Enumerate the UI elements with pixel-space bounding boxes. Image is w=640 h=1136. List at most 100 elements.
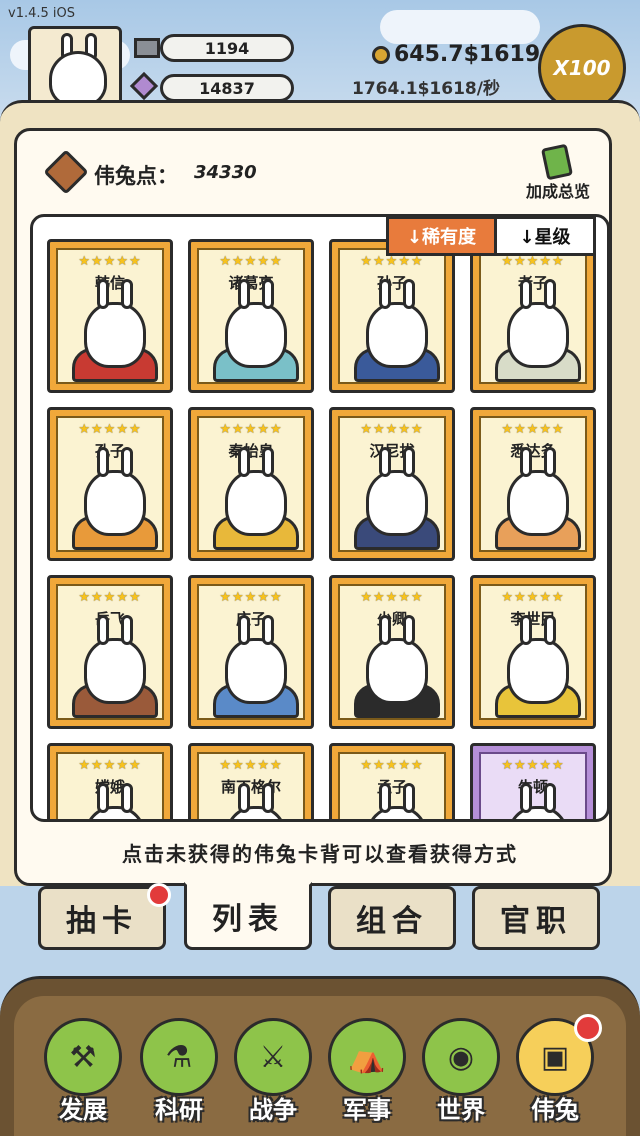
card-face: ★★★★★ 庄子	[197, 584, 305, 720]
card-name: 孔子	[94, 442, 125, 460]
card-stars: ★★★★★	[219, 254, 283, 269]
nav-globe[interactable]: ◉ 世界	[418, 1018, 504, 1128]
card-face: ★★★★★ 南丁格尔	[197, 752, 305, 819]
nav-tent[interactable]: ⛺ 军事	[324, 1018, 410, 1128]
card-stars: ★★★★★	[501, 422, 565, 437]
hero-card[interactable]: ★★★★★ 少卿	[329, 575, 455, 729]
card-stars: ★★★★★	[501, 590, 565, 605]
globe-icon: ◉	[422, 1018, 500, 1096]
card-face: ★★★★★ 老子	[479, 248, 587, 384]
notification-dot	[147, 883, 171, 907]
card-stars: ★★★★★	[219, 422, 283, 437]
bunny-ear	[97, 447, 109, 477]
bunny-ear	[238, 447, 250, 477]
hero-card[interactable]: ★★★★★ 韩信	[47, 239, 173, 393]
card-face: ★★★★★ 牛顿	[479, 752, 587, 819]
bunny-ear	[403, 783, 415, 813]
sort-rarity-button[interactable]: ↓稀有度	[389, 219, 497, 253]
nav-label: 世界	[437, 1096, 485, 1124]
hero-card[interactable]: ★★★★★ 岳飞	[47, 575, 173, 729]
hero-card[interactable]: ★★★★★ 孙子	[329, 239, 455, 393]
card-name: 岳飞	[94, 610, 125, 628]
tab-official-rank[interactable]: 官职	[472, 886, 600, 950]
sort-star-button[interactable]: ↓星级	[497, 219, 593, 253]
nav-flask[interactable]: ⚗ 科研	[136, 1018, 222, 1128]
bunny-hero-portrait	[84, 615, 146, 704]
bunny-ear	[262, 615, 274, 645]
bunny-hero-portrait	[507, 615, 569, 704]
bunny-ear	[520, 447, 532, 477]
card-stars: ★★★★★	[78, 590, 142, 605]
resource-1-value: 1194	[204, 38, 250, 58]
card-name: 孙子	[376, 274, 407, 292]
hero-card[interactable]: ★★★★★ 老子	[470, 239, 596, 393]
hero-card[interactable]: ★★★★★ 悉达多	[470, 407, 596, 561]
bunny-hero-portrait	[225, 783, 287, 819]
resource-2-counter: 14837	[160, 74, 294, 102]
bunny-ear	[379, 783, 391, 813]
hero-card[interactable]: ★★★★★ 牛顿	[470, 743, 596, 819]
bunny-ear	[520, 279, 532, 309]
card-face: ★★★★★ 悉达多	[479, 416, 587, 552]
tab-list[interactable]: 列表	[184, 882, 312, 950]
tab-label: 官职	[500, 904, 572, 939]
card-stars: ★★★★★	[360, 254, 424, 269]
card-stars: ★★★★★	[360, 758, 424, 773]
card-face: ★★★★★ 诸葛亮	[197, 248, 305, 384]
bunny-ear	[403, 615, 415, 645]
bunny-ear	[379, 615, 391, 645]
card-name: 诸葛亮	[228, 274, 274, 292]
tab-label: 列表	[212, 902, 284, 937]
points-label: 伟兔点：	[94, 164, 178, 188]
nav-swords[interactable]: ⚔ 战争	[230, 1018, 316, 1128]
nav-label: 科研	[155, 1096, 203, 1124]
bunny-ear	[238, 279, 250, 309]
card-stars: ★★★★★	[501, 758, 565, 773]
card-grid-frame[interactable]: ★★★★★ 韩信 ★★★★★ 诸葛亮 ★★★★★ 孙子 ★★★★★ 老子 ★★★★★ 孔子 ★★★★…	[30, 214, 610, 822]
bunny-ear	[97, 615, 109, 645]
notification-dot	[574, 1014, 602, 1042]
bunny-hero-portrait	[366, 279, 428, 368]
bunny-ear	[262, 783, 274, 813]
nav-card[interactable]: ▣ 伟兔	[512, 1014, 602, 1128]
multiplier-button[interactable]: X100	[538, 24, 626, 112]
bunny-hero-portrait	[507, 447, 569, 536]
card-stars: ★★★★★	[360, 422, 424, 437]
bonus-list-icon	[540, 143, 574, 181]
card-face: ★★★★★ 嫦娥	[56, 752, 164, 819]
bunny-ear	[544, 279, 556, 309]
card-stars: ★★★★★	[78, 422, 142, 437]
card-name: 孟子	[376, 778, 407, 796]
card-face: ★★★★★ 孔子	[56, 416, 164, 552]
player-avatar[interactable]	[28, 26, 122, 108]
version-label: v1.4.5 iOS	[8, 6, 75, 21]
hero-card[interactable]: ★★★★★ 秦始皇	[188, 407, 314, 561]
bunny-ear	[121, 615, 133, 645]
card-stars: ★★★★★	[219, 590, 283, 605]
nav-axe[interactable]: ⚒ 发展	[40, 1018, 126, 1128]
tab-draw-card[interactable]: 抽卡	[38, 883, 171, 950]
hero-card[interactable]: ★★★★★ 孟子	[329, 743, 455, 819]
coin-total-value: 645.7$1619	[394, 42, 541, 67]
hero-card[interactable]: ★★★★★ 汉尼拔	[329, 407, 455, 561]
hero-card[interactable]: ★★★★★ 李世民	[470, 575, 596, 729]
card-stars: ★★★★★	[78, 758, 142, 773]
hero-card[interactable]: ★★★★★ 庄子	[188, 575, 314, 729]
card-name: 嫦娥	[94, 778, 125, 796]
card-stars: ★★★★★	[78, 254, 142, 269]
hero-card[interactable]: ★★★★★ 孔子	[47, 407, 173, 561]
bunny-hero-portrait	[507, 279, 569, 368]
nav-label: 军事	[343, 1096, 391, 1124]
tab-combo[interactable]: 组合	[328, 886, 456, 950]
card-face: ★★★★★ 孟子	[338, 752, 446, 819]
hero-card[interactable]: ★★★★★ 嫦娥	[47, 743, 173, 819]
bunny-hero-portrait	[225, 447, 287, 536]
bonus-overview-button[interactable]: 加成总览	[510, 143, 606, 204]
bunny-hero-portrait	[366, 783, 428, 819]
bunny-hero-portrait	[366, 615, 428, 704]
card-face: ★★★★★ 李世民	[479, 584, 587, 720]
bunny-ear	[544, 615, 556, 645]
hero-card[interactable]: ★★★★★ 南丁格尔	[188, 743, 314, 819]
hero-card[interactable]: ★★★★★ 诸葛亮	[188, 239, 314, 393]
card-face: ★★★★★ 汉尼拔	[338, 416, 446, 552]
